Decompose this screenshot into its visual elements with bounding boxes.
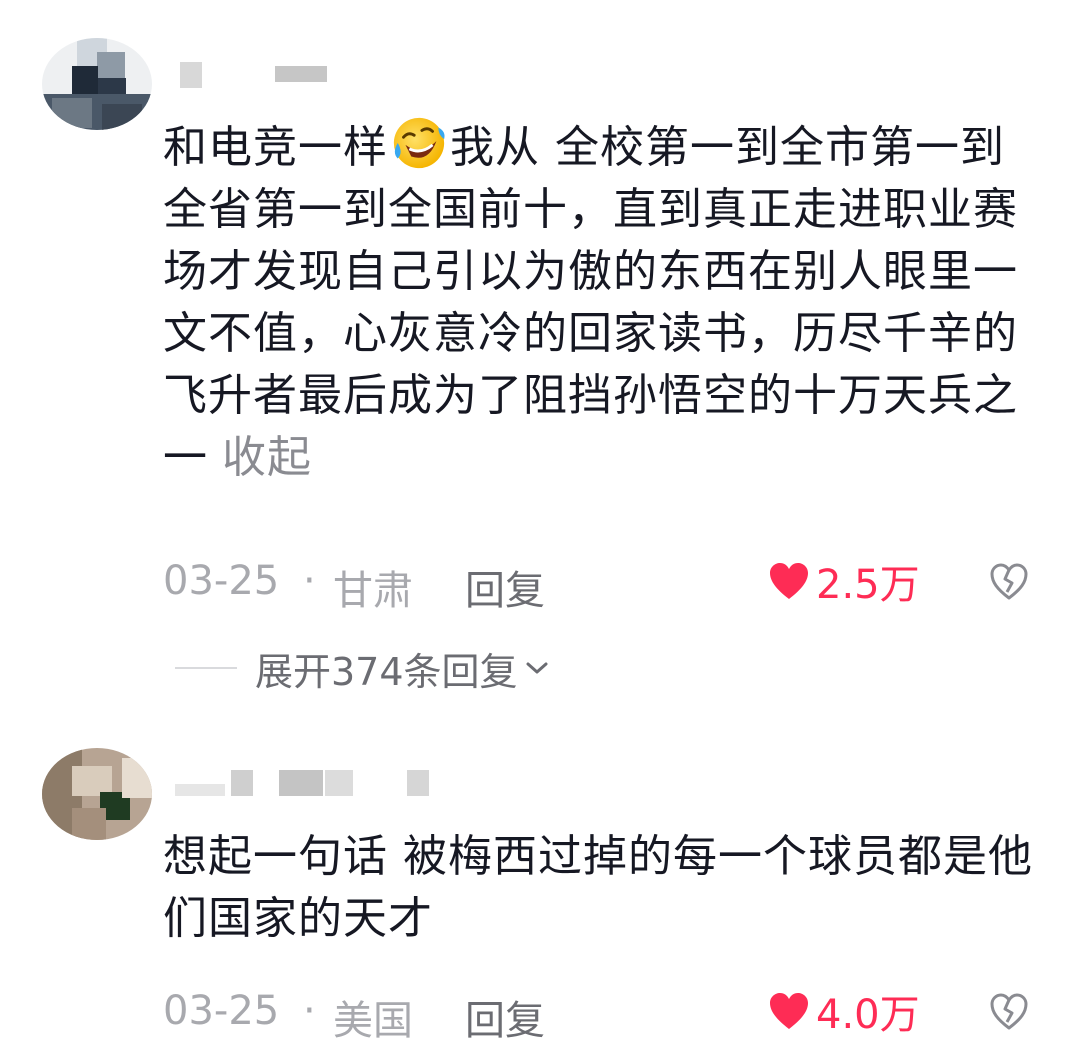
grinning-tears-emoji-icon [393,117,445,169]
username[interactable] [175,770,435,796]
comment-region: 甘肃 [333,568,413,614]
reply-button[interactable]: 回复 [465,558,545,616]
comment-date: 03-25 [163,558,280,604]
meta-separator: · [303,988,316,1034]
reply-button[interactable]: 回复 [465,988,545,1046]
like-button[interactable]: 2.5万 [768,556,920,608]
chevron-down-icon [526,662,548,674]
avatar[interactable] [42,748,152,840]
comment-meta: 03-25 · 美国 回复 4.0万 [163,980,1036,1044]
like-button[interactable]: 4.0万 [768,986,920,1038]
comment-text-part: 和电竞一样 [163,122,388,173]
comment-date: 03-25 [163,988,280,1034]
avatar[interactable] [42,38,152,130]
comment-item: 想起一句话 被梅西过掉的每一个球员都是他们国家的天才 03-25 · 美国 回复… [0,730,1076,1057]
heart-icon [770,563,808,599]
comment-item: 和电竞一样 我从 全校第一到全市第一到全省第一到全国前十，直到真正走进职业赛场才… [0,0,1076,720]
username[interactable] [175,62,335,88]
comment-region: 美国 [333,998,413,1044]
divider [175,667,237,669]
like-count: 2.5万 [816,562,920,608]
broken-heart-icon[interactable] [989,992,1029,1032]
comment-meta: 03-25 · 甘肃 回复 2.5万 [163,550,1036,614]
like-count: 4.0万 [816,992,920,1038]
meta-separator: · [303,558,316,604]
comment-text: 想起一句话 被梅西过掉的每一个球员都是他们国家的天才 [163,831,1033,944]
comment-text-part: 我从 全校第一到全市第一到全省第一到全国前十，直到真正走进职业赛场才发现自己引以… [163,122,1018,483]
heart-icon [770,993,808,1029]
expand-replies-label: 展开374条回复 [255,649,518,694]
collapse-button[interactable]: 收起 [222,432,312,483]
broken-heart-icon[interactable] [989,562,1029,602]
comment-text: 和电竞一样 我从 全校第一到全市第一到全省第一到全国前十，直到真正走进职业赛场才… [163,114,1043,489]
expand-replies-button[interactable]: 展开374条回复 [175,640,550,696]
